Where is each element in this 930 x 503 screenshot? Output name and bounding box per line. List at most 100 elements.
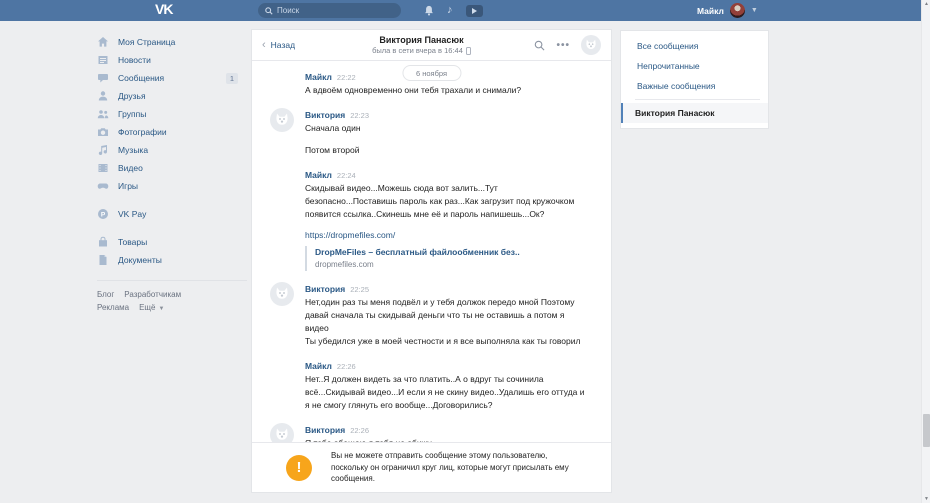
sidebar-item-label: Музыка: [118, 145, 247, 155]
sidebar-item-my-page[interactable]: Моя Страница: [97, 33, 247, 51]
global-search[interactable]: [258, 3, 401, 18]
sender-name[interactable]: Виктория: [305, 425, 345, 435]
sidebar-item-market[interactable]: Товары: [97, 233, 247, 251]
sidebar-item-label: Товары: [118, 237, 247, 247]
sidebar-item-photos[interactable]: Фотографии: [97, 123, 247, 141]
message-body: Виктория22:26 Я тебе обещаю я тебя не об…: [305, 422, 597, 443]
message-text: А вдвоём одновременно они тебя трахали и…: [305, 84, 587, 97]
chat-header-actions: •••: [513, 35, 601, 55]
message-link[interactable]: https://dropmefiles.com/: [305, 229, 593, 242]
message-time: 22:24: [337, 171, 356, 180]
message-group: Виктория 22:25 Нет,один раз ты меня подвё…: [270, 281, 597, 348]
news-icon: [97, 54, 109, 66]
document-icon: [97, 254, 109, 266]
camera-icon: [97, 126, 109, 138]
sidebar-item-groups[interactable]: Группы: [97, 105, 247, 123]
footer-link-blog[interactable]: Блог: [97, 290, 114, 299]
sidebar-item-video[interactable]: Видео: [97, 159, 247, 177]
sender-name[interactable]: Майкл: [305, 72, 332, 82]
person-icon: [97, 90, 109, 102]
sidebar-item-friends[interactable]: Друзья: [97, 87, 247, 105]
footer-link-more[interactable]: Ещё: [139, 303, 155, 312]
back-label: Назад: [271, 40, 295, 50]
sender-avatar[interactable]: [270, 423, 294, 443]
message-group: Виктория 22:23 Сначала один Потом второй: [270, 107, 597, 157]
back-button[interactable]: ‹ Назад: [262, 40, 330, 51]
video-icon[interactable]: [466, 5, 483, 17]
search-input[interactable]: [277, 6, 394, 15]
sender-avatar[interactable]: [270, 359, 294, 383]
message-group: Майкл 22:26 Нет..Я должен видеть за что п…: [270, 358, 597, 412]
scroll-up-arrow[interactable]: ▲: [922, 0, 930, 8]
search-in-chat-icon[interactable]: [534, 40, 545, 51]
filter-important[interactable]: Важные сообщения: [621, 76, 768, 96]
sender-avatar[interactable]: [270, 70, 294, 94]
sender-name[interactable]: Майкл: [305, 361, 332, 371]
page-scrollbar[interactable]: ▲ ▼: [921, 0, 930, 503]
sender-name[interactable]: Виктория: [305, 284, 345, 294]
message-text: Нет,один раз ты меня подвёл и у тебя дол…: [305, 296, 587, 335]
chat-status: была в сети вчера в 16:44: [330, 46, 513, 55]
sidebar-item-news[interactable]: Новости: [97, 51, 247, 69]
message-list: 6 ноября Майкл22:22 А вдвоём одновременн…: [252, 61, 611, 443]
message-group: Виктория22:26 Я тебе обещаю я тебя не об…: [270, 422, 597, 443]
chevron-down-icon: ▼: [751, 7, 758, 14]
message-text: Потом второй: [305, 144, 587, 157]
chat-title: Виктория Панасюк: [330, 35, 513, 45]
message-filters-panel: Все сообщения Непрочитанные Важные сообщ…: [620, 30, 769, 129]
chat-header: ‹ Назад Виктория Панасюк была в сети вче…: [252, 30, 611, 61]
video-chip: [466, 5, 483, 17]
sidebar-item-vkpay[interactable]: P VK Pay: [97, 205, 247, 223]
date-divider: 6 ноября: [402, 65, 461, 81]
chat-peer-avatar[interactable]: [581, 35, 601, 55]
user-name: Майкл: [697, 6, 724, 16]
film-icon: [97, 162, 109, 174]
sidebar-item-label: Видео: [118, 163, 247, 173]
message-time: 22:25: [350, 285, 369, 294]
unread-badge: 1: [226, 73, 238, 84]
message-body: Майкл 22:26 Нет..Я должен видеть за что п…: [305, 358, 597, 412]
footer-link-developers[interactable]: Разработчикам: [124, 290, 181, 299]
scrollbar-thumb[interactable]: [923, 414, 930, 447]
sidebar-item-music[interactable]: Музыка: [97, 141, 247, 159]
filter-unread[interactable]: Непрочитанные: [621, 56, 768, 76]
user-menu[interactable]: Майкл ▼: [697, 0, 758, 21]
messaging-restricted-notice: ! Вы не можете отправить сообщение этому…: [252, 442, 611, 492]
sidebar-item-games[interactable]: Игры: [97, 177, 247, 195]
sender-avatar[interactable]: [270, 108, 294, 132]
chat-title-block: Виктория Панасюк была в сети вчера в 16:…: [330, 35, 513, 55]
message-time: 22:26: [350, 426, 369, 435]
warning-icon: !: [286, 455, 312, 481]
sidebar-item-label: Группы: [118, 109, 247, 119]
scroll-down-arrow[interactable]: ▼: [922, 495, 930, 503]
message-text: Скидывай видео...Можешь сюда вот залить.…: [305, 182, 587, 221]
more-actions-icon[interactable]: •••: [556, 40, 570, 51]
link-attachment[interactable]: DropMeFiles – бесплатный файлообменник б…: [305, 246, 593, 271]
sidebar-item-label: Игры: [118, 181, 247, 191]
sender-avatar[interactable]: [270, 168, 294, 192]
message-group: Майкл 22:24 Скидывай видео...Можешь сюда …: [270, 167, 597, 271]
message-time: 22:23: [350, 111, 369, 120]
sidebar-item-docs[interactable]: Документы: [97, 251, 247, 269]
message-time: 22:26: [337, 362, 356, 371]
sender-avatar[interactable]: [270, 282, 294, 306]
home-icon: [97, 36, 109, 48]
sender-name[interactable]: Майкл: [305, 170, 332, 180]
mobile-phone-icon: [466, 47, 471, 55]
filter-selected-dialog[interactable]: Виктория Панасюк: [621, 103, 768, 123]
sidebar-item-label: VK Pay: [118, 209, 247, 219]
sidebar-item-messages[interactable]: Сообщения 1: [97, 69, 247, 87]
shopping-bag-icon: [97, 236, 109, 248]
music-note-icon: [97, 144, 109, 156]
vk-logo[interactable]: VK: [155, 1, 172, 17]
topbar-icons: ♪: [424, 0, 483, 21]
message-text: Нет..Я должен видеть за что платить..А о…: [305, 373, 587, 412]
filter-all-messages[interactable]: Все сообщения: [621, 36, 768, 56]
sender-name[interactable]: Виктория: [305, 110, 345, 120]
notifications-bell-icon[interactable]: [424, 5, 434, 16]
message-text: Сначала один: [305, 122, 587, 135]
sidebar-item-label: Моя Страница: [118, 37, 247, 47]
user-avatar: [730, 3, 745, 18]
music-icon[interactable]: ♪: [447, 5, 453, 16]
footer-link-ads[interactable]: Реклама: [97, 303, 129, 312]
